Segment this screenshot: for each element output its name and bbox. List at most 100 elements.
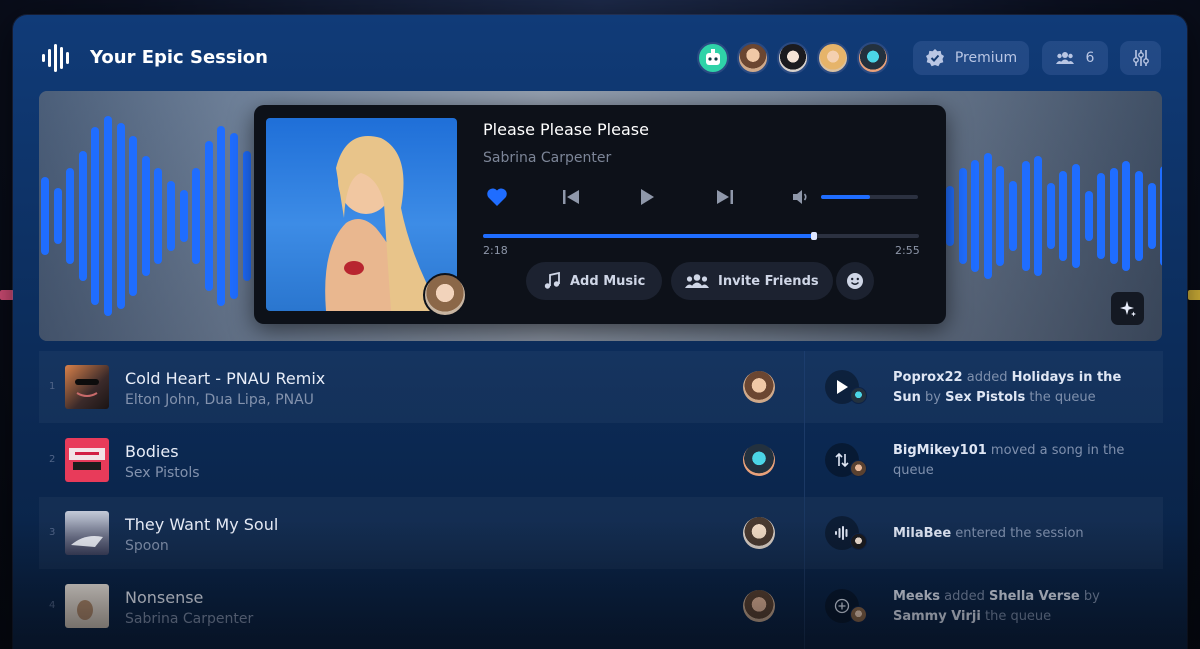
sliders-icon: [1132, 50, 1149, 66]
activity-artist[interactable]: Sex Pistols: [945, 390, 1025, 405]
visualizer-bar: [129, 136, 138, 296]
group-icon: [685, 274, 709, 288]
added-by-avatar[interactable]: [743, 517, 775, 549]
activity-tail: the queue: [1025, 390, 1096, 405]
progress-bar[interactable]: [483, 232, 919, 240]
activity-action: added: [939, 589, 989, 604]
invite-friends-button[interactable]: Invite Friends: [671, 262, 833, 300]
track-title[interactable]: They Want My Soul: [125, 515, 278, 534]
visualizer-bar: [1160, 166, 1162, 266]
track-artist[interactable]: Spoon: [125, 538, 169, 554]
track-artwork: [65, 511, 109, 555]
volume-icon: [793, 190, 807, 204]
now-playing-hero: Please Please Please Sabrina Carpenter 2…: [39, 91, 1162, 341]
premium-button[interactable]: Premium: [913, 41, 1029, 75]
activity-user[interactable]: BigMikey101: [893, 443, 987, 458]
avatar[interactable]: [857, 42, 889, 74]
queue-row[interactable]: 3 They Want My Soul Spoon: [39, 497, 804, 569]
activity-by: by: [1079, 589, 1100, 604]
avatar[interactable]: [777, 42, 809, 74]
queue-row[interactable]: 4 Nonsense Sabrina Carpenter: [39, 570, 804, 642]
added-by-avatar[interactable]: [423, 273, 467, 317]
bg-strip-left: [0, 290, 14, 300]
volume-button[interactable]: [789, 185, 813, 209]
user-mini-avatar: [850, 387, 867, 404]
equalizer-settings-button[interactable]: [1120, 41, 1161, 75]
visualizer-bar: [78, 151, 87, 281]
members-button[interactable]: 6: [1042, 41, 1108, 75]
added-by-avatar[interactable]: [743, 371, 775, 403]
activity-user[interactable]: MilaBee: [893, 526, 951, 541]
avatar[interactable]: [817, 42, 849, 74]
visualizer-bar: [1034, 156, 1043, 276]
session-title: Your Epic Session: [90, 47, 268, 68]
track-number: 4: [49, 600, 56, 611]
track-artist[interactable]: Sex Pistols: [125, 465, 200, 481]
play-button[interactable]: [635, 185, 659, 209]
queue-row[interactable]: 1 Cold Heart - PNAU Remix Elton John, Du…: [39, 351, 804, 423]
member-count: 6: [1085, 50, 1095, 66]
visualizer-bar: [971, 160, 980, 272]
visualizer-bar: [167, 181, 175, 251]
queue-list: 1 Cold Heart - PNAU Remix Elton John, Du…: [39, 351, 804, 649]
reaction-button[interactable]: [836, 262, 874, 300]
ai-magic-button[interactable]: [1111, 292, 1144, 325]
heart-icon: [487, 188, 507, 206]
invite-friends-label: Invite Friends: [718, 273, 819, 289]
robot-avatar-icon: [706, 49, 720, 65]
visualizer-bar: [154, 168, 163, 264]
visualizer-bar: [204, 141, 213, 291]
queue-row[interactable]: 2 Bodies Sex Pistols: [39, 424, 804, 496]
session-panel: Your Epic Session Premium 6 Please Pleas…: [13, 15, 1187, 649]
add-music-label: Add Music: [570, 273, 646, 289]
song-artist[interactable]: Sabrina Carpenter: [483, 150, 611, 166]
music-note-icon: [544, 272, 560, 289]
visualizer-bar: [946, 186, 954, 246]
progress-knob[interactable]: [811, 232, 818, 240]
track-title[interactable]: Bodies: [125, 442, 179, 461]
activity-item: MilaBee entered the session: [805, 497, 1163, 569]
activity-by: by: [920, 390, 946, 405]
added-by-avatar[interactable]: [743, 444, 775, 476]
track-artist[interactable]: Elton John, Dua Lipa, PNAU: [125, 392, 314, 408]
visualizer-bar: [91, 127, 100, 305]
track-number: 3: [49, 527, 56, 538]
verified-badge-icon: [925, 49, 944, 67]
previous-button[interactable]: [559, 185, 583, 209]
visualizer-bar: [242, 151, 251, 281]
track-title[interactable]: Cold Heart - PNAU Remix: [125, 369, 325, 388]
added-by-avatar[interactable]: [743, 590, 775, 622]
visualizer-bar: [958, 168, 967, 264]
avatar[interactable]: [737, 42, 769, 74]
activity-text: Poprox22 added Holidays in the Sun by Se…: [893, 368, 1133, 408]
track-artist[interactable]: Sabrina Carpenter: [125, 611, 253, 627]
like-button[interactable]: [485, 185, 509, 209]
activity-song[interactable]: Shella Verse: [989, 589, 1080, 604]
visualizer-bar: [1059, 171, 1068, 261]
next-button[interactable]: [713, 185, 737, 209]
avatar[interactable]: [697, 42, 729, 74]
visualizer-bar: [1147, 183, 1156, 249]
user-mini-avatar: [850, 533, 867, 550]
album-art-they-want-my-soul: [71, 536, 103, 547]
activity-user[interactable]: Poprox22: [893, 370, 963, 385]
activity-text: BigMikey101 moved a song in the queue: [893, 441, 1133, 481]
soundwave-logo-icon: [42, 44, 69, 72]
visualizer-bar: [1021, 161, 1030, 271]
visualizer-bar: [983, 153, 992, 279]
visualizer-bar: [1009, 181, 1017, 251]
volume-slider[interactable]: [821, 195, 918, 199]
track-artwork: [65, 438, 109, 482]
activity-artist[interactable]: Sammy Virji: [893, 609, 981, 624]
activity-action: added: [962, 370, 1012, 385]
activity-user[interactable]: Meeks: [893, 589, 940, 604]
track-title[interactable]: Nonsense: [125, 588, 203, 607]
visualizer-bar: [1135, 171, 1143, 261]
activity-item: Meeks added Shella Verse by Sammy Virji …: [805, 570, 1163, 642]
group-icon: [1055, 52, 1074, 64]
total-time: 2:55: [895, 244, 920, 257]
play-icon: [641, 189, 654, 205]
album-art-nonsense: [77, 600, 93, 620]
visualizer-bar: [53, 188, 62, 244]
add-music-button[interactable]: Add Music: [526, 262, 663, 300]
